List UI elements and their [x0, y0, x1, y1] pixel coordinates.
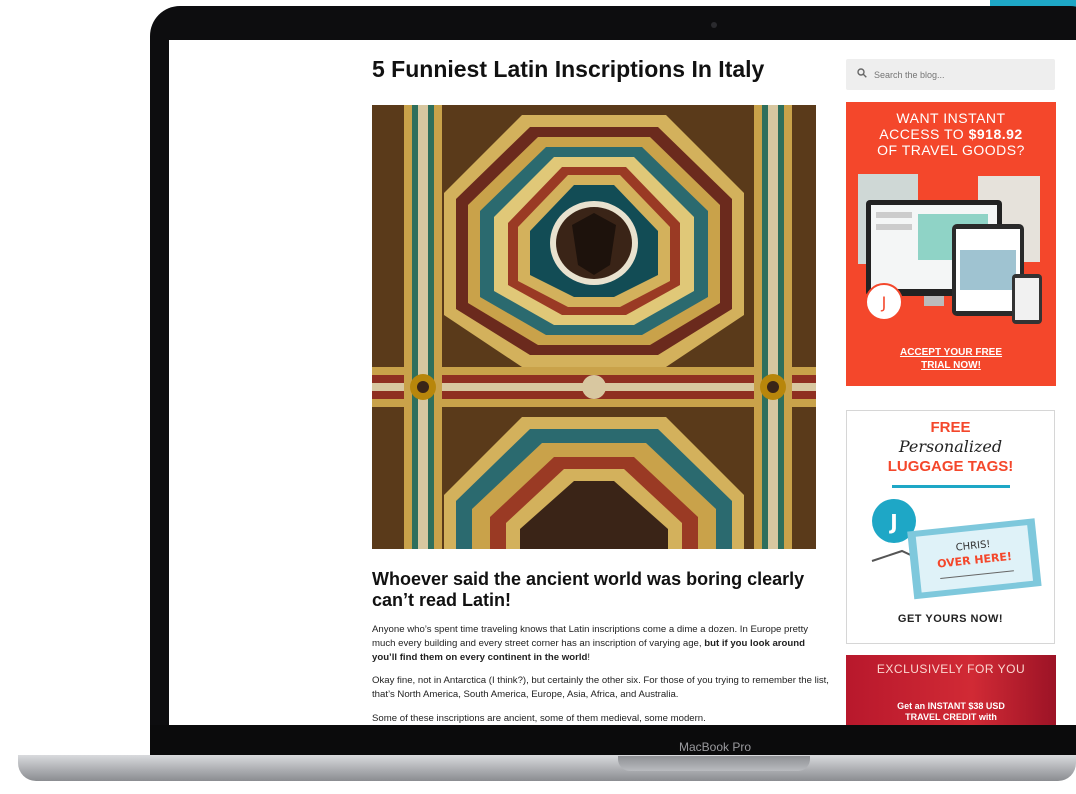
travel-credit-ad[interactable]: EXCLUSIVELY FOR YOU Get an INSTANT $38 U…: [846, 655, 1056, 725]
device-mockup-image: J: [858, 174, 1042, 324]
device-label: MacBook Pro: [678, 740, 752, 754]
ceiling-artwork: [372, 105, 816, 549]
ad2-script: Personalized: [898, 437, 1003, 456]
ad1-cta[interactable]: ACCEPT YOUR FREE TRIAL NOW!: [846, 346, 1056, 372]
ad3-headline: EXCLUSIVELY FOR YOU: [876, 662, 1026, 676]
luggage-tag-image: J CHRIS! OVER HERE!: [871, 499, 1042, 600]
ad1-cta-line1[interactable]: ACCEPT YOUR FREE: [846, 346, 1056, 359]
laptop-notch: [618, 756, 810, 771]
search-box[interactable]: [846, 59, 1055, 90]
ad1-line2-prefix: ACCESS TO: [879, 126, 969, 142]
luggage-tags-ad[interactable]: FREE Personalized LUGGAGE TAGS! J CHRIS!…: [846, 410, 1055, 644]
hero-image: [372, 105, 816, 549]
ad1-line1: WANT INSTANT: [896, 110, 1006, 126]
search-icon[interactable]: [857, 68, 867, 78]
ad1-price: $918.92: [968, 126, 1023, 142]
ad2-tags-headline: LUGGAGE TAGS!: [887, 458, 1014, 475]
ad1-line2: ACCESS TO $918.92: [846, 126, 1056, 142]
ad1-headline: WANT INSTANT ACCESS TO $918.92 OF TRAVEL…: [846, 110, 1056, 158]
ad3-line1: Get an INSTANT $38 USD: [897, 701, 1005, 711]
search-input[interactable]: [874, 66, 1044, 83]
laptop-chin: [150, 725, 1076, 758]
post-title: 5 Funniest Latin Inscriptions In Italy: [372, 56, 765, 82]
browser-screen: 5 Funniest Latin Inscriptions In Italy W…: [169, 40, 1076, 725]
ad3-line2: TRAVEL CREDIT with: [905, 712, 997, 722]
ad1-line3: OF TRAVEL GOODS?: [877, 142, 1025, 158]
ad2-logo-letter: J: [888, 510, 897, 534]
ad1-cta-line2[interactable]: TRIAL NOW!: [846, 359, 1056, 372]
camera-dot: [711, 22, 717, 28]
ad2-cta[interactable]: GET YOURS NOW!: [847, 613, 1054, 625]
paragraph-1-end: !: [587, 652, 591, 663]
ad3-body: Get an INSTANT $38 USD TRAVEL CREDIT wit…: [846, 701, 1056, 723]
laptop-base: [18, 755, 1076, 781]
paragraph-3: Some of these inscriptions are ancient, …: [372, 713, 706, 724]
ad1-logo-letter: J: [881, 293, 887, 312]
post-subheading: Whoever said the ancient world was borin…: [372, 569, 805, 610]
ad2-divider: [892, 485, 1010, 488]
ad2-free: FREE: [930, 419, 971, 436]
paragraph-1: Anyone who’s spent time traveling knows …: [372, 623, 832, 665]
paragraph-2: Okay fine, not in Antarctica (I think?),…: [372, 675, 829, 700]
travel-goods-ad[interactable]: WANT INSTANT ACCESS TO $918.92 OF TRAVEL…: [846, 102, 1056, 386]
